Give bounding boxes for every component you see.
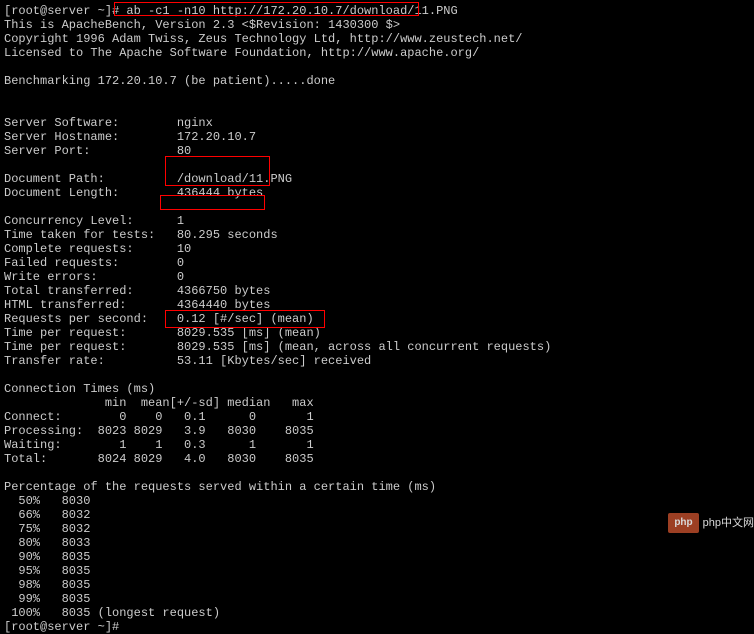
benchmark-progress: Benchmarking 172.20.10.7 (be patient)...… <box>4 74 750 88</box>
percentile-100: 100% 8035 (longest request) <box>4 606 750 620</box>
blank-line <box>4 200 750 214</box>
percentile-75: 75% 8032 <box>4 522 750 536</box>
blank-line <box>4 60 750 74</box>
prompt-command: [root@server ~]# ab -c1 -n10 http://172.… <box>4 4 750 18</box>
concurrency-level: Concurrency Level: 1 <box>4 214 750 228</box>
connection-times-waiting: Waiting: 1 1 0.3 1 1 <box>4 438 750 452</box>
percentile-98: 98% 8035 <box>4 578 750 592</box>
server-software: Server Software: nginx <box>4 116 750 130</box>
failed-requests: Failed requests: 0 <box>4 256 750 270</box>
watermark: php php中文网 <box>668 513 754 533</box>
ab-copyright: Copyright 1996 Adam Twiss, Zeus Technolo… <box>4 32 750 46</box>
percentile-66: 66% 8032 <box>4 508 750 522</box>
connection-times-title: Connection Times (ms) <box>4 382 750 396</box>
percentile-90: 90% 8035 <box>4 550 750 564</box>
blank-line <box>4 368 750 382</box>
time-taken: Time taken for tests: 80.295 seconds <box>4 228 750 242</box>
percentile-95: 95% 8035 <box>4 564 750 578</box>
ab-license: Licensed to The Apache Software Foundati… <box>4 46 750 60</box>
blank-line <box>4 102 750 116</box>
blank-line <box>4 466 750 480</box>
time-per-request-mean: Time per request: 8029.535 [ms] (mean) <box>4 326 750 340</box>
percentile-99: 99% 8035 <box>4 592 750 606</box>
ab-header-line: This is ApacheBench, Version 2.3 <$Revis… <box>4 18 750 32</box>
total-transferred: Total transferred: 4366750 bytes <box>4 284 750 298</box>
document-length: Document Length: 436444 bytes <box>4 186 750 200</box>
transfer-rate: Transfer rate: 53.11 [Kbytes/sec] receiv… <box>4 354 750 368</box>
connection-times-header: min mean[+/-sd] median max <box>4 396 750 410</box>
requests-per-second: Requests per second: 0.12 [#/sec] (mean) <box>4 312 750 326</box>
connection-times-connect: Connect: 0 0 0.1 0 1 <box>4 410 750 424</box>
watermark-badge: php <box>668 513 698 533</box>
percentile-title: Percentage of the requests served within… <box>4 480 750 494</box>
blank-line <box>4 88 750 102</box>
percentile-80: 80% 8033 <box>4 536 750 550</box>
connection-times-processing: Processing: 8023 8029 3.9 8030 8035 <box>4 424 750 438</box>
percentile-50: 50% 8030 <box>4 494 750 508</box>
blank-line <box>4 158 750 172</box>
server-hostname: Server Hostname: 172.20.10.7 <box>4 130 750 144</box>
time-per-request-all: Time per request: 8029.535 [ms] (mean, a… <box>4 340 750 354</box>
html-transferred: HTML transferred: 4364440 bytes <box>4 298 750 312</box>
complete-requests: Complete requests: 10 <box>4 242 750 256</box>
shell-prompt[interactable]: [root@server ~]# <box>4 620 750 634</box>
document-path: Document Path: /download/11.PNG <box>4 172 750 186</box>
server-port: Server Port: 80 <box>4 144 750 158</box>
connection-times-total: Total: 8024 8029 4.0 8030 8035 <box>4 452 750 466</box>
watermark-text: php中文网 <box>703 516 754 530</box>
write-errors: Write errors: 0 <box>4 270 750 284</box>
